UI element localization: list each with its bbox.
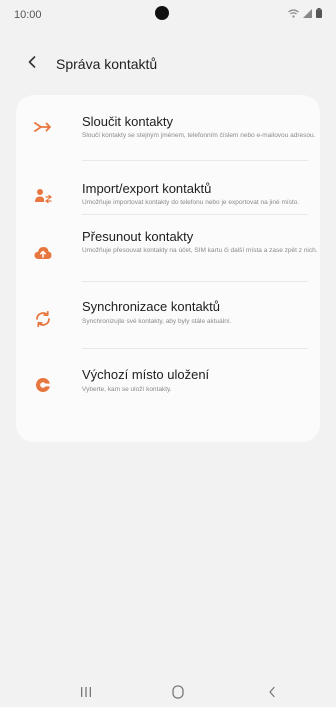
merge-icon (32, 116, 54, 138)
app-bar: Správa kontaktů (0, 44, 336, 80)
home-icon (172, 685, 184, 699)
list-item-default-storage[interactable]: Výchozí místo uložení Vyberte, kam se ul… (16, 349, 320, 415)
status-bar: 10:00 (0, 0, 336, 34)
item-subtitle: Umožňuje přesouvat kontakty na účet, SIM… (82, 247, 318, 254)
sync-icon (32, 308, 54, 330)
item-title: Výchozí místo uložení (82, 367, 210, 382)
settings-card: Sloučit kontakty Sloučí kontakty se stej… (16, 95, 320, 442)
status-icons (288, 8, 322, 18)
item-subtitle: Synchronizujte své kontakty, aby byly st… (82, 318, 232, 325)
item-title: Sloučit kontakty (82, 114, 174, 129)
import-export-icon (32, 185, 54, 207)
cloud-upload-icon (32, 242, 54, 264)
page-title: Správa kontaktů (56, 56, 158, 72)
system-nav-bar (0, 680, 336, 707)
list-item-sync-contacts[interactable]: Synchronizace kontaktů Synchronizujte sv… (16, 282, 320, 348)
item-title: Přesunout kontakty (82, 229, 194, 244)
recents-button[interactable] (66, 680, 106, 704)
list-item-merge-contacts[interactable]: Sloučit kontakty Sloučí kontakty se stej… (16, 95, 320, 161)
item-title: Synchronizace kontaktů (82, 299, 221, 314)
nav-back-button[interactable] (252, 680, 292, 704)
signal-icon (303, 8, 312, 18)
item-title: Import/export kontaktů (82, 181, 212, 196)
home-button[interactable] (158, 680, 198, 704)
storage-location-icon (32, 374, 54, 396)
back-icon (269, 686, 275, 698)
status-time: 10:00 (14, 9, 42, 21)
front-camera (155, 6, 169, 20)
item-subtitle: Umožňuje importovat kontakty do telefonu… (82, 199, 300, 206)
recents-icon (81, 687, 91, 697)
item-subtitle: Vyberte, kam se uloží kontakty. (82, 386, 172, 393)
item-subtitle: Sloučí kontakty se stejným jménem, telef… (82, 132, 316, 139)
back-button[interactable] (22, 50, 42, 74)
wifi-icon (288, 8, 299, 18)
list-item-move-contacts[interactable]: Přesunout kontakty Umožňuje přesouvat ko… (16, 215, 320, 281)
battery-icon (316, 8, 322, 18)
chevron-left-icon (28, 56, 36, 68)
